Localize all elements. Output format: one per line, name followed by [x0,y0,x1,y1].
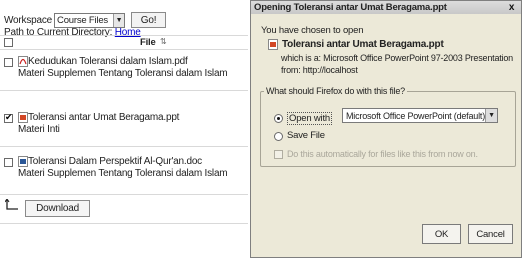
dialog-intro: You have chosen to open [261,25,364,36]
file-type-info: which is a: Microsoft Office PowerPoint … [281,53,513,63]
file-name[interactable]: Toleransi antar Umat Beragama.ppt [28,112,179,123]
save-file-label[interactable]: Save File [287,130,325,141]
file-checkbox[interactable] [4,112,13,123]
chevron-down-icon[interactable]: ▼ [113,13,125,27]
sort-arrows-icon[interactable]: ⇅ [160,37,167,46]
file-row-pdf[interactable]: Kedudukan Toleransi dalam Islam.pdf Mate… [0,50,248,90]
open-with-app-value: Microsoft Office PowerPoint (default) [346,110,485,121]
ppt-file-icon [268,39,278,50]
file-description: Materi Supplemen Tentang Toleransi dalam… [18,168,228,179]
action-group: What should Firefox do with this file? O… [260,86,516,167]
download-button[interactable]: Download [25,200,90,217]
cancel-button[interactable]: Cancel [468,224,513,244]
doc-file-icon [18,156,28,167]
dialog-titlebar[interactable]: Opening Toleransi antar Umat Beragama.pp… [251,1,521,14]
action-group-legend: What should Firefox do with this file? [264,86,407,96]
open-with-app-select[interactable]: Microsoft Office PowerPoint (default) ▼ [342,108,498,123]
save-file-radio[interactable] [274,132,283,141]
open-with-label[interactable]: Open with [287,112,332,125]
open-file-dialog: Opening Toleransi antar Umat Beragama.pp… [250,0,522,258]
select-all-checkbox[interactable] [4,38,13,47]
dialog-file-row: Toleransi antar Umat Beragama.ppt [268,39,444,50]
ok-button[interactable]: OK [422,224,461,244]
dialog-title: Opening Toleransi antar Umat Beragama.pp… [254,2,447,13]
file-list-header: File ⇅ [0,36,248,49]
file-row-doc[interactable]: Toleransi Dalam Perspektif Al-Qur'an.doc… [0,150,248,190]
workspace-row: Workspace Course Files ▼ Go! [4,12,167,28]
close-icon[interactable]: x [506,2,517,13]
workspace-select-value: Course Files [57,14,108,26]
go-button[interactable]: Go! [131,12,167,28]
file-source-info: from: http://localhost [281,65,358,75]
divider [0,90,248,91]
file-description: Materi Inti [18,124,60,135]
workspace-label: Workspace [4,14,53,26]
file-checkbox[interactable] [4,58,13,67]
file-row-ppt[interactable]: Toleransi antar Umat Beragama.ppt Materi… [0,106,248,146]
file-name[interactable]: Toleransi Dalam Perspektif Al-Qur'an.doc [28,156,202,167]
divider [0,223,248,224]
open-with-radio[interactable] [274,114,283,123]
file-panel: Workspace Course Files ▼ Go! Path to Cur… [0,0,250,258]
file-name[interactable]: Kedudukan Toleransi dalam Islam.pdf [28,56,188,67]
file-column-header[interactable]: File [140,37,156,48]
up-level-arrow-icon[interactable] [5,199,19,211]
chevron-down-icon[interactable]: ▼ [485,109,497,122]
dialog-file-name: Toleransi antar Umat Beragama.ppt [282,39,444,50]
auto-action-checkbox[interactable] [274,150,283,159]
bottom-toolbar: Download [0,194,248,220]
workspace-select[interactable]: Course Files ▼ [54,12,126,28]
file-checkbox[interactable] [4,158,13,167]
ppt-file-icon [18,112,28,123]
auto-action-label: Do this automatically for files like thi… [287,149,478,159]
divider [0,146,248,147]
pdf-file-icon [18,56,28,67]
file-description: Materi Supplemen Tentang Toleransi dalam… [18,68,228,79]
